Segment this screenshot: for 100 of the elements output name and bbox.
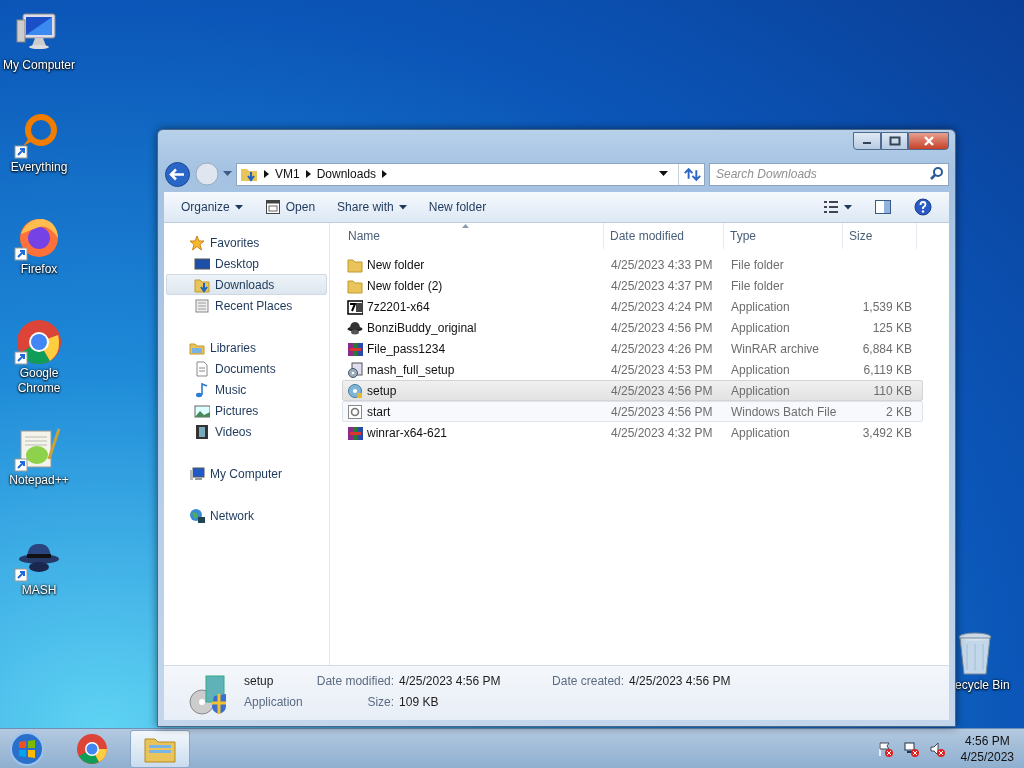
file-name: New folder: [367, 256, 425, 274]
nav-item[interactable]: Libraries: [166, 337, 327, 358]
picture-icon: [194, 402, 210, 419]
table-cell-text: 110 KB: [872, 382, 913, 400]
sort-arrow-icon: [462, 224, 469, 228]
desktop-icon-label[interactable]: My Computer: [3, 58, 75, 73]
folder-download-icon: [240, 166, 258, 182]
column-header[interactable]: Size: [843, 223, 917, 249]
file-name: 7z2201-x64: [367, 298, 430, 316]
dropdown-caret-icon[interactable]: [659, 171, 668, 177]
chrome-icon: [76, 732, 108, 765]
star-icon: [189, 234, 205, 251]
table-cell-text: 4/25/2023 4:53 PM: [610, 361, 714, 379]
table-cell-text: Application: [730, 424, 791, 442]
table-cell-text: Application: [730, 361, 791, 379]
table-cell-text: 4/25/2023 4:24 PM: [610, 298, 714, 316]
desktop-icon: [194, 255, 210, 272]
table-cell-text: 6,119 KB: [862, 361, 913, 379]
books-icon: [347, 424, 363, 441]
desktop-icon-label[interactable]: Google Chrome: [0, 366, 78, 396]
table-cell-text: 6,884 KB: [861, 340, 913, 358]
file-name: New folder (2): [367, 277, 443, 295]
table-cell-text: 4/25/2023 4:37 PM: [610, 277, 714, 295]
field-value: 109 KB: [399, 694, 440, 711]
caret-icon: [844, 204, 852, 210]
column-header[interactable]: Name: [342, 223, 604, 249]
caret-icon: [234, 204, 243, 210]
clock-date[interactable]: 4/25/2023: [960, 748, 1014, 765]
breadcrumb-arrow-icon: [264, 170, 269, 178]
file-name: File_pass1234: [367, 340, 446, 358]
menu-button[interactable]: Organize: [172, 195, 252, 219]
desktop-icon-label[interactable]: Firefox: [20, 262, 58, 277]
table-cell-text: 4/25/2023 4:32 PM: [610, 424, 714, 442]
flag-icon: [876, 740, 893, 757]
hat-icon: [347, 319, 363, 336]
field-value: 4/25/2023 4:56 PM: [399, 673, 502, 690]
nav-item[interactable]: Music: [166, 379, 327, 400]
maximize-button[interactable]: [881, 132, 908, 150]
nav-item[interactable]: Documents: [166, 358, 327, 379]
nav-item[interactable]: Desktop: [166, 253, 327, 274]
file-type: Application: [244, 694, 303, 711]
clock-time[interactable]: 4:56 PM: [960, 732, 1014, 749]
nav-item[interactable]: Favorites: [166, 232, 327, 253]
column-header[interactable]: Type: [724, 223, 843, 249]
file-row[interactable]: setup 4/25/2023 4:56 PM Application 110 KB: [342, 380, 923, 401]
close-icon: [922, 136, 935, 146]
file-name: setup: [367, 382, 397, 400]
installer-icon: [347, 361, 363, 378]
table-cell-text: Application: [730, 382, 791, 400]
breadcrumb-link[interactable]: Downloads: [316, 165, 377, 183]
menu-button[interactable]: Share with: [328, 195, 416, 219]
refresh-icon[interactable]: [678, 163, 704, 185]
file-name: mash_full_setup: [367, 361, 455, 379]
document-icon: [194, 360, 210, 377]
field-value: 4/25/2023 4:56 PM: [629, 673, 731, 690]
breadcrumb-link[interactable]: VM1: [275, 165, 300, 183]
music-note-icon: [194, 381, 210, 398]
nav-item[interactable]: Recent Places: [166, 295, 327, 316]
file-row[interactable]: File_pass1234 4/25/2023 4:26 PM WinRAR archive 6,884 KB: [342, 338, 923, 359]
gear-file-icon: [347, 403, 363, 420]
minimize-button[interactable]: [853, 132, 881, 150]
table-cell-text: 4/25/2023 4:33 PM: [610, 256, 714, 274]
column-header[interactable]: Date modified: [604, 223, 724, 249]
desktop-icon-label[interactable]: Everything: [10, 160, 68, 175]
computer-icon: [189, 465, 205, 482]
search-field[interactable]: Search Downloads: [709, 162, 949, 186]
nav-item[interactable]: Network: [166, 505, 327, 526]
close-button[interactable]: [908, 132, 949, 150]
folder-icon: [347, 256, 363, 273]
maximize-icon: [888, 136, 901, 146]
table-cell-text: 125 KB: [871, 319, 913, 337]
field-label: Date modified:: [316, 673, 395, 690]
recent-places-icon: [194, 297, 210, 314]
table-cell-text: 1,539 KB: [861, 298, 913, 316]
nav-item[interactable]: Pictures: [166, 400, 327, 421]
file-row[interactable]: mash_full_setup 4/25/2023 4:53 PM Application 6,119 KB: [342, 359, 923, 380]
table-cell-text: 4/25/2023 4:56 PM: [610, 382, 714, 400]
toolbar-button[interactable]: Open: [255, 195, 325, 219]
nav-item[interactable]: Downloads: [166, 274, 327, 295]
file-row[interactable]: New folder 4/25/2023 4:33 PM File folder: [342, 254, 923, 275]
file-row[interactable]: start 4/25/2023 4:56 PM Windows Batch File 2 KB: [342, 401, 923, 422]
file-row[interactable]: BonziBuddy_original 4/25/2023 4:56 PM Application 125 KB: [342, 317, 923, 338]
table-cell-text: 3,492 KB: [861, 424, 913, 442]
file-name: BonziBuddy_original: [367, 319, 477, 337]
file-row[interactable]: 7z2201-x64 4/25/2023 4:24 PM Application 1,539 KB: [342, 296, 923, 317]
file-row[interactable]: New folder (2) 4/25/2023 4:37 PM File folder: [342, 275, 923, 296]
breadcrumb-arrow-icon: [382, 170, 388, 178]
address-bar[interactable]: VM1 Downloads: [236, 162, 705, 186]
help-icon: [914, 198, 932, 216]
toolbar-button[interactable]: New folder: [419, 195, 496, 219]
field-label: Date created:: [551, 673, 625, 690]
desktop-icon-label[interactable]: ecycle Bin: [955, 678, 1010, 693]
file-row[interactable]: winrar-x64-621 4/25/2023 4:32 PM Application 3,492 KB: [342, 422, 923, 443]
window-icon: [264, 199, 281, 215]
nav-item[interactable]: Videos: [166, 421, 327, 442]
folder-download-icon: [194, 276, 210, 293]
nav-item[interactable]: My Computer: [166, 463, 327, 484]
list-view-icon: [823, 200, 839, 214]
film-icon: [194, 423, 210, 440]
back-button[interactable]: [164, 160, 191, 188]
